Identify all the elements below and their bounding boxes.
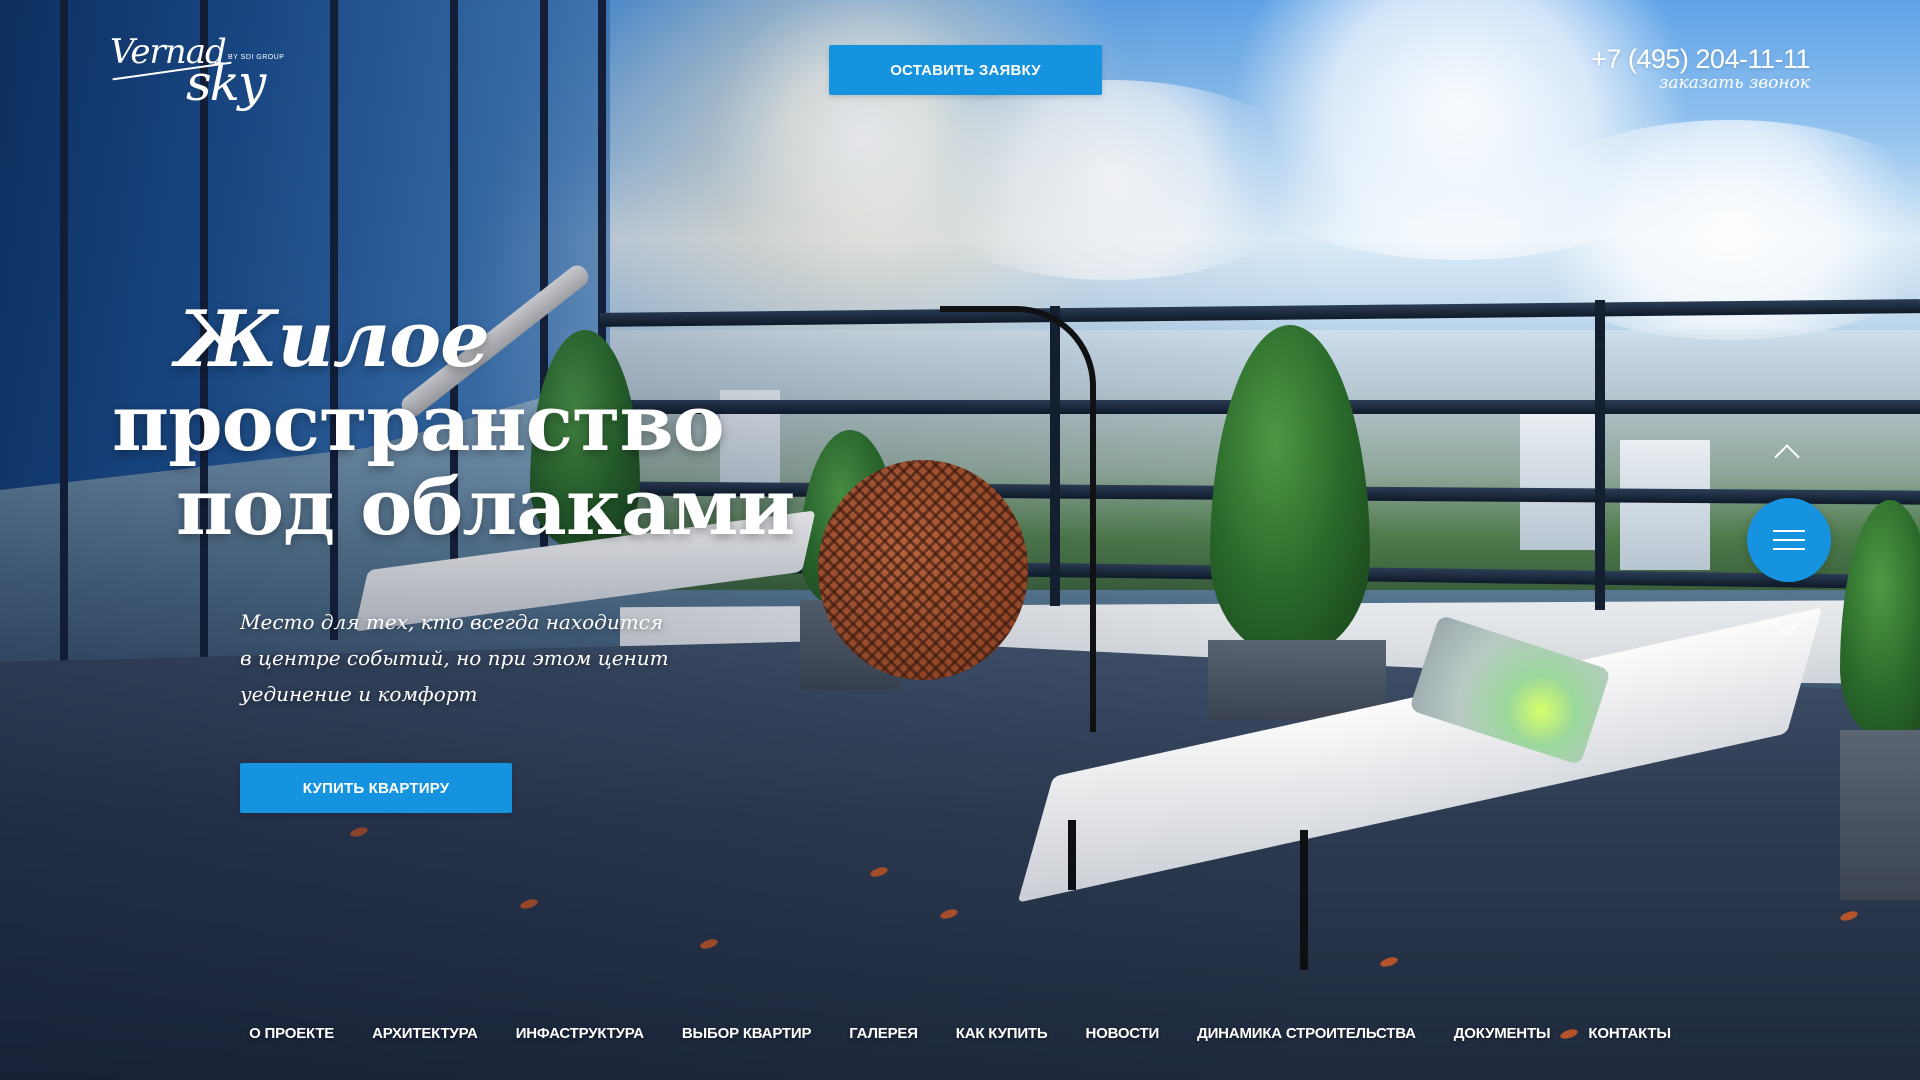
nav-item-contacts[interactable]: КОНТАКТЫ (1588, 1016, 1671, 1052)
logo-text-bottom: sky (186, 54, 266, 112)
hamburger-icon (1773, 548, 1805, 550)
nav-item-about[interactable]: О ПРОЕКТЕ (249, 1016, 334, 1052)
vernad-sky-logo[interactable]: Vernad sky BY SDI GROUP (110, 28, 290, 114)
chevron-down-icon (1774, 610, 1800, 636)
hamburger-icon (1773, 530, 1805, 532)
headline-line-3: под облаками (176, 462, 795, 553)
nav-item-news[interactable]: НОВОСТИ (1085, 1016, 1159, 1052)
tagline-line-2: в центре событий, но при этом ценит (240, 646, 669, 670)
hero-section: Vernad sky BY SDI GROUP ОСТАВИТЬ ЗАЯВКУ … (0, 0, 1920, 1080)
tagline-line-3: уединение и комфорт (240, 682, 478, 706)
nav-item-apartments[interactable]: ВЫБОР КВАРТИР (682, 1016, 812, 1052)
logo-subtitle: BY SDI GROUP (228, 54, 285, 61)
hero-headline: Жилое пространство под облаками (112, 294, 795, 553)
headline-line-2: пространство (112, 378, 725, 469)
nav-item-infrastructure[interactable]: ИНФАСТРУКТУРА (516, 1016, 644, 1052)
request-button[interactable]: ОСТАВИТЬ ЗАЯВКУ (829, 45, 1102, 95)
hero-tagline: Место для тех, кто всегда находится в це… (240, 604, 700, 712)
callback-link[interactable]: заказать звонок (1591, 73, 1810, 93)
bottom-nav: О ПРОЕКТЕ АРХИТЕКТУРА ИНФАСТРУКТУРА ВЫБО… (0, 1016, 1920, 1052)
nav-item-documents[interactable]: ДОКУМЕНТЫ (1454, 1016, 1551, 1052)
slide-up-button[interactable] (1774, 438, 1800, 470)
hamburger-icon (1773, 539, 1805, 541)
nav-item-gallery[interactable]: ГАЛЕРЕЯ (849, 1016, 918, 1052)
menu-button[interactable] (1747, 498, 1831, 582)
headline-line-1: Жилое (176, 294, 490, 385)
nav-item-architecture[interactable]: АРХИТЕКТУРА (372, 1016, 478, 1052)
tagline-line-1: Место для тех, кто всегда находится (240, 610, 664, 634)
buy-apartment-button[interactable]: КУПИТЬ КВАРТИРУ (240, 763, 512, 813)
slide-down-button[interactable] (1774, 610, 1800, 640)
phone-block: +7 (495) 204-11-11 заказать звонок (1591, 44, 1810, 93)
phone-number-link[interactable]: +7 (495) 204-11-11 (1591, 44, 1810, 75)
nav-item-how-to-buy[interactable]: КАК КУПИТЬ (956, 1016, 1048, 1052)
nav-item-construction[interactable]: ДИНАМИКА СТРОИТЕЛЬСТВА (1197, 1016, 1416, 1052)
